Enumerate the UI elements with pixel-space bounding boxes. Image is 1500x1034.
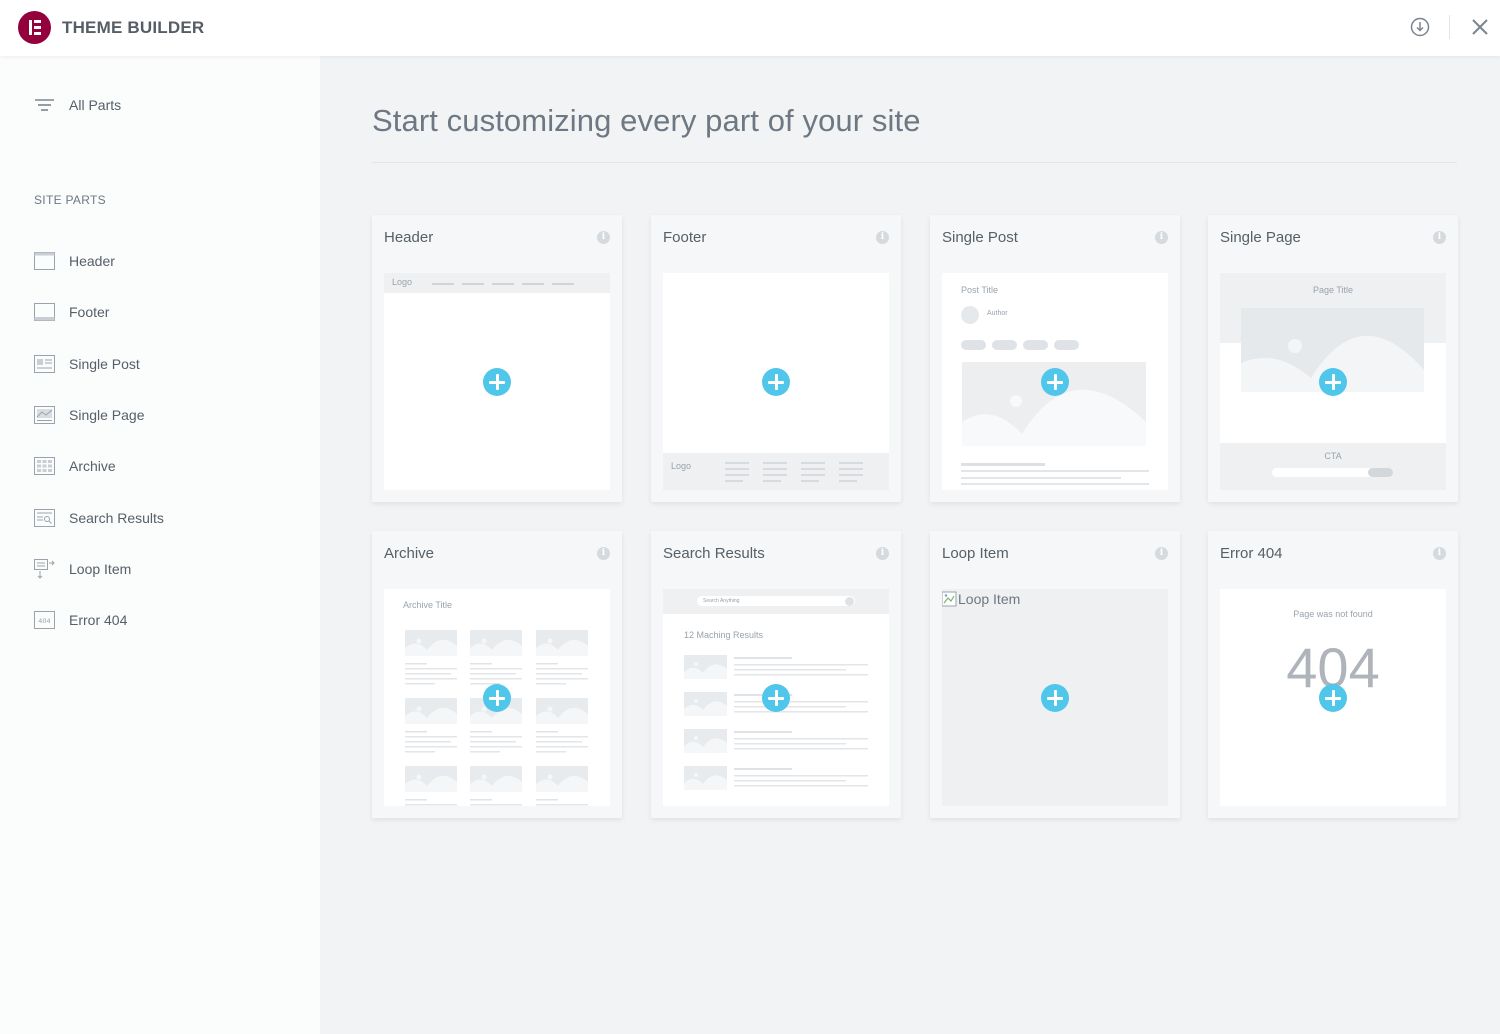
broken-image: Loop Item: [942, 591, 1020, 607]
add-template-button[interactable]: [483, 684, 511, 712]
card-single-post[interactable]: Single Post i Post Title Author: [930, 215, 1180, 502]
broken-image-icon: [942, 591, 957, 607]
card-title: Loop Item: [942, 545, 1009, 562]
page-title: Start customizing every part of your sit…: [372, 103, 921, 138]
info-icon[interactable]: i: [1433, 547, 1446, 560]
card-title: Single Post: [942, 229, 1018, 246]
archive-icon: [34, 456, 55, 476]
card-loop-item[interactable]: Loop Item i Loop Item: [930, 531, 1180, 818]
header-icon: [34, 251, 55, 271]
add-template-button[interactable]: [1041, 368, 1069, 396]
sidebar: All Parts SITE PARTS Header Footer Singl…: [0, 56, 320, 1034]
info-icon[interactable]: i: [876, 231, 889, 244]
single-page-icon: [34, 405, 55, 425]
add-template-button[interactable]: [1041, 684, 1069, 712]
sidebar-all-parts-label: All Parts: [69, 97, 122, 113]
sidebar-item-loop-item[interactable]: Loop Item: [34, 559, 131, 579]
preview-search-placeholder: Search Anything: [703, 598, 740, 604]
preview-logo: Logo: [392, 277, 413, 287]
sidebar-item-search-results[interactable]: Search Results: [34, 508, 164, 528]
info-icon[interactable]: i: [1155, 231, 1168, 244]
sidebar-section-heading: SITE PARTS: [34, 193, 106, 207]
sidebar-item-label: Single Post: [69, 356, 140, 372]
title-divider: [372, 162, 1457, 163]
card-title: Single Page: [1220, 229, 1301, 246]
add-template-button[interactable]: [1319, 368, 1347, 396]
preview-page-title: Page Title: [1312, 285, 1354, 295]
loop-item-icon: [34, 559, 55, 579]
sidebar-item-header[interactable]: Header: [34, 251, 115, 271]
sidebar-item-label: Single Page: [69, 407, 145, 423]
info-icon[interactable]: i: [597, 547, 610, 560]
sidebar-item-single-post[interactable]: Single Post: [34, 354, 140, 374]
sidebar-item-archive[interactable]: Archive: [34, 456, 116, 476]
elementor-logo-icon: [18, 11, 51, 44]
download-icon[interactable]: [1409, 16, 1431, 38]
app-title: THEME BUILDER: [62, 18, 205, 37]
info-icon[interactable]: i: [876, 547, 889, 560]
card-title: Header: [384, 229, 434, 246]
sidebar-item-single-page[interactable]: Single Page: [34, 405, 145, 425]
add-template-button[interactable]: [483, 368, 511, 396]
card-error-404[interactable]: Error 404 i Page was not found 404: [1208, 531, 1458, 818]
sidebar-item-label: Error 404: [69, 612, 128, 628]
preview-results-count: 12 Maching Results: [684, 630, 764, 640]
sidebar-item-label: Loop Item: [69, 561, 132, 577]
sidebar-item-label: Footer: [69, 304, 110, 320]
card-title: Error 404: [1220, 545, 1283, 562]
info-icon[interactable]: i: [1155, 547, 1168, 560]
footer-icon: [34, 302, 55, 322]
add-template-button[interactable]: [762, 368, 790, 396]
preview-archive-title: Archive Title: [403, 600, 453, 610]
info-icon[interactable]: i: [597, 231, 610, 244]
single-post-icon: [34, 354, 55, 374]
preview-author: Author: [987, 310, 1008, 317]
card-title: Footer: [663, 229, 707, 246]
card-archive[interactable]: Archive i Archive Title: [372, 531, 622, 818]
sidebar-all-parts[interactable]: All Parts: [34, 95, 121, 115]
filter-icon: [34, 95, 55, 115]
preview-logo: Logo: [671, 461, 692, 471]
card-title: Archive: [384, 545, 435, 562]
sidebar-item-label: Header: [69, 253, 115, 269]
sidebar-item-footer[interactable]: Footer: [34, 302, 109, 322]
preview-not-found-message: Page was not found: [1293, 609, 1373, 619]
sidebar-item-label: Archive: [69, 458, 116, 474]
top-divider: [1449, 15, 1450, 39]
card-single-page[interactable]: Single Page i Page Title CTA: [1208, 215, 1458, 502]
svg-text:404: 404: [38, 617, 50, 625]
sidebar-item-label: Search Results: [69, 510, 164, 526]
preview-cta: CTA: [1324, 451, 1342, 461]
sidebar-item-error-404[interactable]: 404 Error 404: [34, 610, 127, 630]
card-header[interactable]: Header i Logo: [372, 215, 622, 502]
error-404-icon: 404: [34, 610, 55, 630]
card-footer[interactable]: Footer i Logo: [651, 215, 901, 502]
info-icon[interactable]: i: [1433, 231, 1446, 244]
broken-image-alt: Loop Item: [958, 591, 1021, 607]
add-template-button[interactable]: [762, 684, 790, 712]
add-template-button[interactable]: [1319, 684, 1347, 712]
search-results-icon: [34, 508, 55, 528]
close-icon[interactable]: [1469, 16, 1491, 38]
card-title: Search Results: [663, 545, 765, 562]
card-search-results[interactable]: Search Results i Search Anything 12 Mach…: [651, 531, 901, 818]
top-bar: THEME BUILDER: [0, 0, 1500, 56]
preview-post-title: Post Title: [961, 285, 999, 295]
